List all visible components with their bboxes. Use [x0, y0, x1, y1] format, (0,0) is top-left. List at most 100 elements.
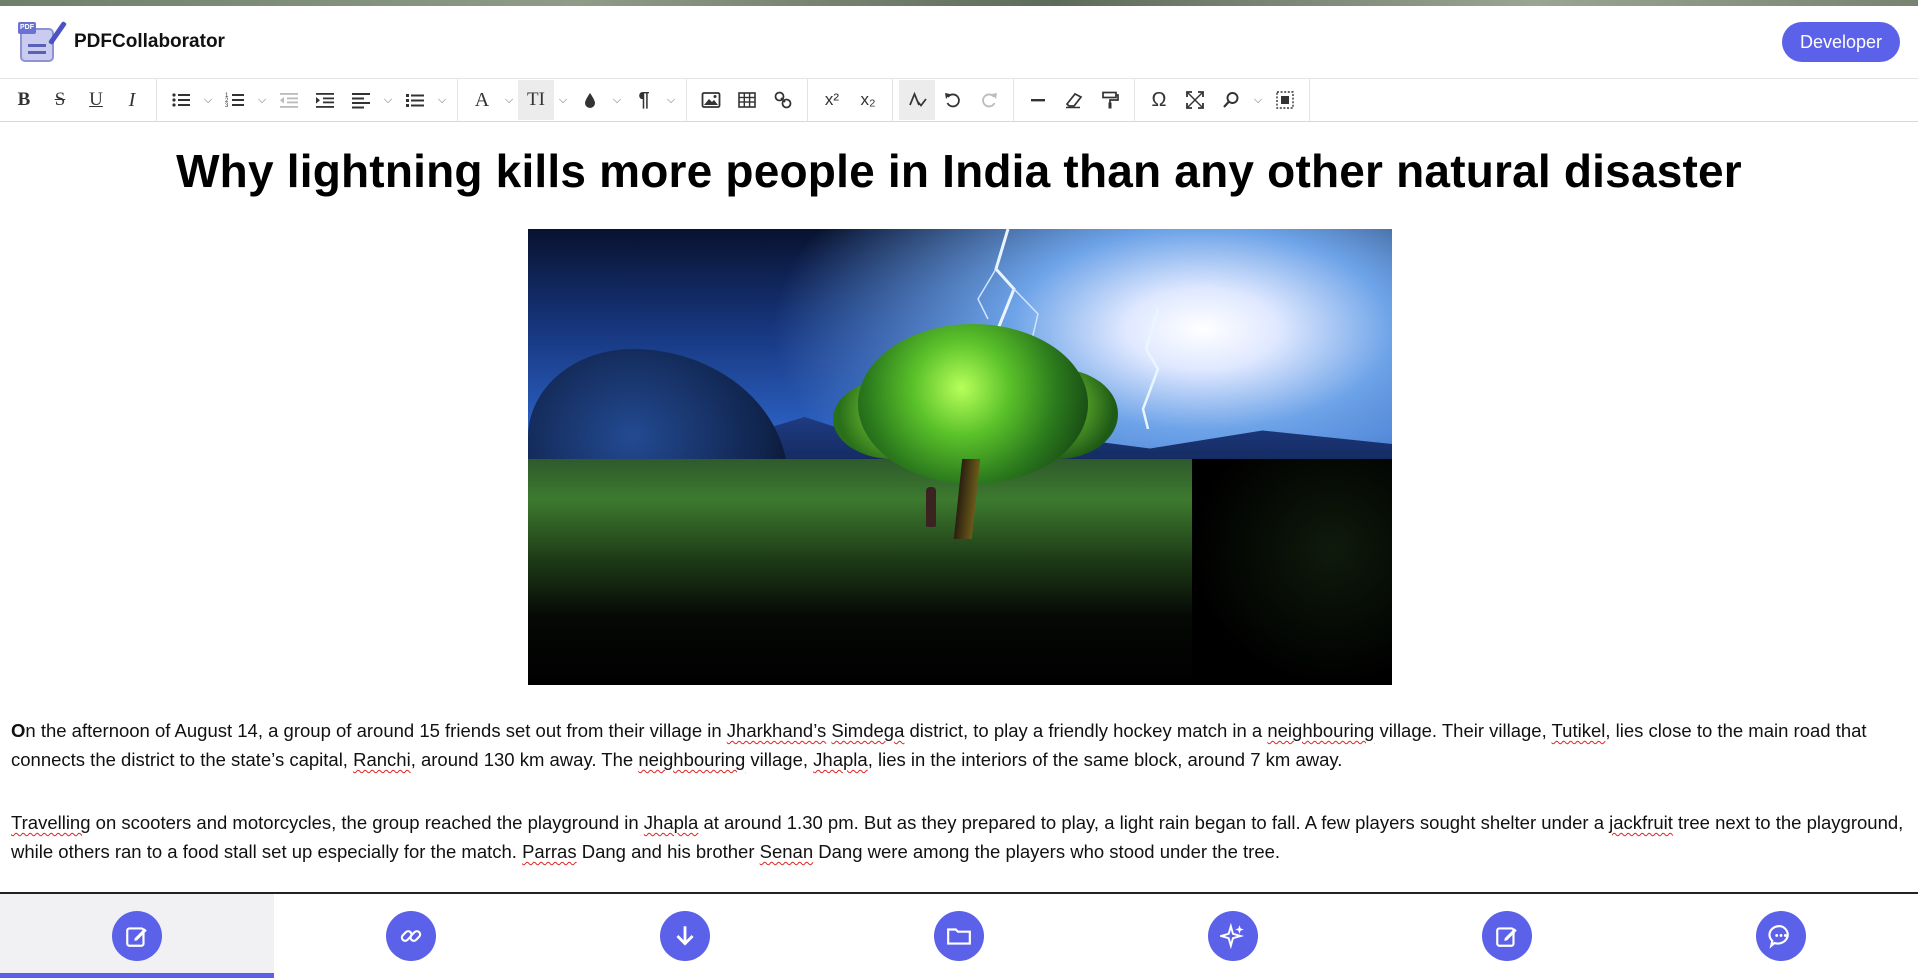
misspelled-word: jackfruit	[1609, 812, 1673, 833]
chevron-down-icon[interactable]: ⌵	[608, 80, 626, 120]
paragraph-button[interactable]: ¶	[626, 80, 662, 120]
undo-icon	[945, 93, 960, 108]
chevron-down-icon[interactable]: ⌵	[662, 80, 680, 120]
edit-note-icon	[1496, 927, 1517, 947]
font-size-button[interactable]: TI	[518, 80, 554, 120]
find-icon	[1223, 92, 1239, 108]
chevron-down-icon[interactable]: ⌵	[253, 80, 271, 120]
italic-icon: I	[128, 88, 136, 111]
undo-button[interactable]	[935, 80, 971, 120]
align-button[interactable]	[343, 80, 379, 120]
insert-image-button[interactable]	[693, 80, 729, 120]
align-icon	[352, 93, 370, 109]
highlight-button[interactable]	[572, 80, 608, 120]
select-all-button[interactable]	[1267, 80, 1303, 120]
strikethrough-button[interactable]: S	[42, 80, 78, 120]
link-icon	[774, 91, 792, 109]
outdent-button[interactable]	[271, 80, 307, 120]
special-character-icon: Ω	[1151, 88, 1167, 111]
redo-icon	[982, 93, 997, 108]
text-run: , around 130 km away. The	[410, 749, 639, 770]
horizontal-line-button[interactable]	[1020, 80, 1056, 120]
indent-icon	[316, 93, 334, 108]
folder-icon	[947, 928, 971, 945]
paragraph-split: ¶ ⌵	[626, 80, 680, 120]
format-painter-icon	[1102, 91, 1119, 109]
align-split: ⌵	[343, 80, 397, 120]
nav-ai[interactable]	[1096, 894, 1370, 978]
chevron-down-icon[interactable]: ⌵	[500, 80, 518, 120]
nav-download[interactable]	[548, 894, 822, 978]
chevron-down-icon[interactable]: ⌵	[199, 80, 217, 120]
redo-button[interactable]	[971, 80, 1007, 120]
drop-letter: O	[11, 720, 26, 741]
misspelled-word: Jhapla	[643, 812, 699, 833]
bold-button[interactable]: B	[6, 80, 42, 120]
line-height-icon	[406, 94, 424, 107]
paragraph-icon: ¶	[638, 88, 650, 111]
toolbar-group-font: A ⌵ TI ⌵ ⌵ ¶ ⌵	[458, 79, 687, 121]
chevron-down-icon[interactable]: ⌵	[379, 80, 397, 120]
numbered-list-button[interactable]: 123	[217, 80, 253, 120]
insert-table-button[interactable]	[729, 80, 765, 120]
app-logo-icon: PDF	[18, 20, 68, 64]
select-all-icon	[1276, 91, 1294, 109]
chevron-down-icon[interactable]: ⌵	[433, 80, 451, 120]
bulleted-list-icon	[172, 93, 190, 107]
underline-button[interactable]: U	[78, 80, 114, 120]
ai-sparkle-icon	[1220, 923, 1245, 949]
misspelled-word: Ranchi	[353, 749, 411, 770]
nav-link[interactable]	[274, 894, 548, 978]
text-run: district, to play a friendly hockey matc…	[904, 720, 1268, 741]
chevron-down-icon[interactable]: ⌵	[1249, 80, 1267, 120]
spellcheck-button[interactable]	[899, 80, 935, 120]
text-run: Dang were among the players who stood un…	[813, 841, 1281, 862]
special-character-button[interactable]: Ω	[1141, 80, 1177, 120]
chevron-down-icon[interactable]: ⌵	[554, 80, 572, 120]
superscript-button[interactable]: x²	[814, 80, 850, 120]
find-button[interactable]	[1213, 80, 1249, 120]
numbered-list-split: 123 ⌵	[217, 80, 271, 120]
table-icon	[738, 92, 756, 108]
text-run: on scooters and motorcycles, the group r…	[90, 812, 644, 833]
misspelled-word: Travelling	[11, 812, 91, 833]
edit-icon	[126, 927, 147, 947]
bulleted-list-split: ⌵	[163, 80, 217, 120]
outdent-icon	[280, 93, 298, 108]
article-hero-image	[528, 229, 1392, 685]
app-header: PDF PDFCollaborator Developer	[0, 6, 1918, 78]
subscript-button[interactable]: x₂	[850, 80, 886, 120]
document-editor-area[interactable]: Why lightning kills more people in India…	[0, 122, 1918, 892]
font-color-button[interactable]: A	[464, 80, 500, 120]
bulleted-list-button[interactable]	[163, 80, 199, 120]
format-painter-button[interactable]	[1092, 80, 1128, 120]
highlight-split: ⌵	[572, 80, 626, 120]
misspelled-word: neighbouring	[638, 749, 746, 770]
fullscreen-icon	[1186, 91, 1204, 109]
bold-icon: B	[17, 89, 31, 110]
misspelled-word: neighbouring	[1267, 720, 1375, 741]
toolbar-group-format	[1014, 79, 1135, 121]
misspelled-word: Senan	[759, 841, 814, 862]
text-run: village. Their village,	[1374, 720, 1552, 741]
misspelled-word: Parras	[522, 841, 577, 862]
download-icon	[676, 926, 694, 946]
developer-button[interactable]: Developer	[1781, 22, 1900, 62]
fullscreen-button[interactable]	[1177, 80, 1213, 120]
toolbar-group-script: x² x₂	[808, 79, 893, 121]
nav-edit[interactable]	[0, 894, 274, 978]
misspelled-word: Simdega	[831, 720, 905, 741]
misspelled-word: Tutikel	[1551, 720, 1606, 741]
eraser-button[interactable]	[1056, 80, 1092, 120]
line-height-button[interactable]	[397, 80, 433, 120]
subscript-icon: x₂	[860, 90, 876, 109]
italic-button[interactable]: I	[114, 80, 150, 120]
nav-chat[interactable]	[1644, 894, 1918, 978]
toolbar-group-lists: ⌵ 123 ⌵ ⌵ ⌵	[157, 79, 458, 121]
highlight-icon	[585, 93, 595, 108]
font-color-icon: A	[474, 88, 490, 111]
indent-button[interactable]	[307, 80, 343, 120]
nav-edit-note[interactable]	[1370, 894, 1644, 978]
insert-link-button[interactable]	[765, 80, 801, 120]
nav-files[interactable]	[822, 894, 1096, 978]
